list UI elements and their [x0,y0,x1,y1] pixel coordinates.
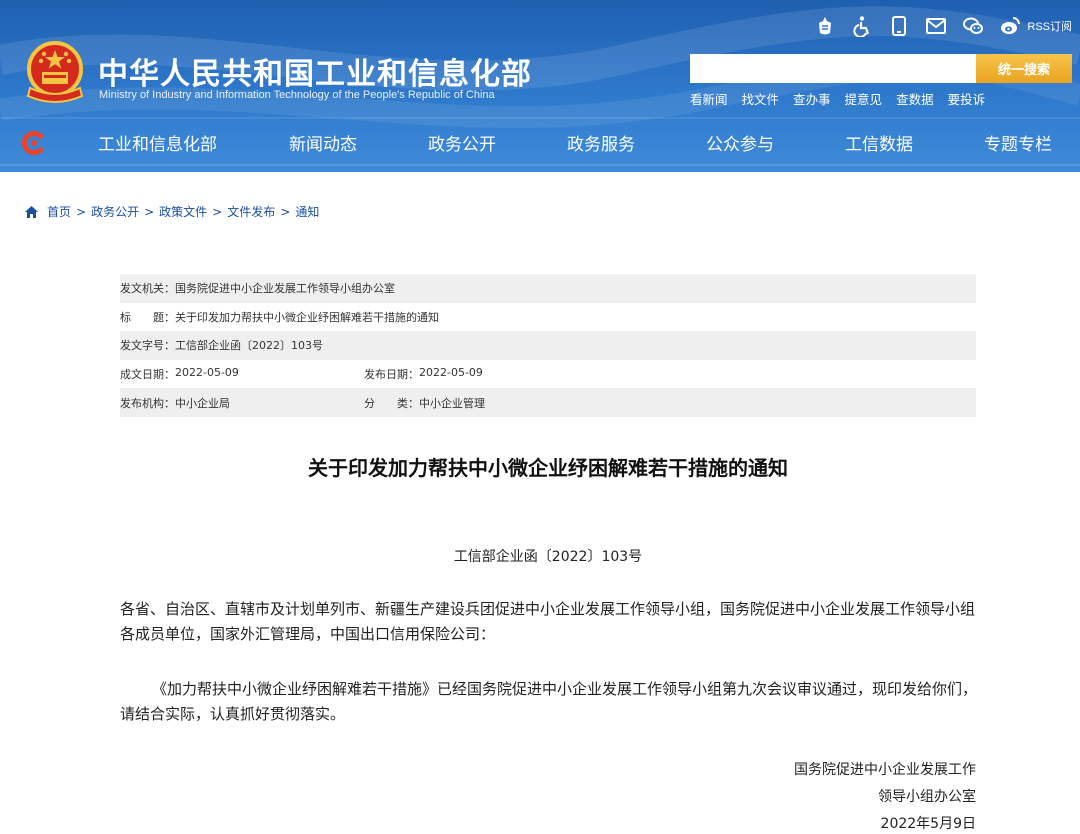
document-meta-table: 发文机关： 国务院促进中小企业发展工作领导小组办公室 标 题： 关于印发加力帮扶… [120,274,976,417]
article-signature-date: 2022年5月9日 [880,816,976,832]
meta-published-date: 2022-05-09 [419,366,483,380]
accessibility-icon[interactable] [850,14,874,38]
main-nav: 工业和信息化部 新闻动态 政务公开 政务服务 公众参与 工信数据 专题专栏 [0,122,1080,162]
breadcrumb-separator: > [76,204,87,219]
mail-icon[interactable] [924,14,948,38]
meta-label: 分 类： [364,396,419,410]
meta-issuer: 国务院促进中小企业发展工作领导小组办公室 [175,282,395,296]
article-title: 关于印发加力帮扶中小微企业纾困解难若干措施的通知 [308,456,788,480]
breadcrumb-policy[interactable]: 政策文件 [159,203,207,220]
site-header: 中华人民共和国工业和信息化部 Ministry of Industry and … [0,0,1080,172]
quick-link-feedback[interactable]: 提意见 [845,89,883,108]
meta-created-date: 2022-05-09 [175,366,239,380]
article-paragraph: 各省、自治区、直辖市及计划单列市、新疆生产建设兵团促进中小企业发展工作领导小组，… [120,600,976,643]
meta-row-title: 标 题： 关于印发加力帮扶中小微企业纾困解难若干措施的通知 [120,303,976,332]
wechat-icon[interactable] [961,14,985,38]
meta-label: 发文字号： [120,339,175,353]
national-emblem-icon [26,41,84,103]
article-signature-office: 领导小组办公室 [878,789,976,805]
breadcrumb: 首页 > 政务公开 > 政策文件 > 文件发布 > 通知 [24,203,319,220]
article-signature-org: 国务院促进中小企业发展工作 [794,762,976,778]
breadcrumb-home[interactable]: 首页 [47,203,71,220]
quick-link-services[interactable]: 查办事 [793,89,831,108]
search-input[interactable] [690,54,976,83]
meta-label: 发文机关： [120,282,175,296]
nav-item-topics[interactable]: 专题专栏 [984,130,1052,155]
meta-row-issuer: 发文机关： 国务院促进中小企业发展工作领导小组办公室 [120,274,976,303]
rss-link[interactable]: RSS订阅 [1027,18,1072,34]
utility-icons: RSS订阅 [813,14,1072,38]
weibo-icon[interactable] [998,14,1022,38]
search-button[interactable]: 统一搜索 [976,54,1072,83]
quick-link-news[interactable]: 看新闻 [690,89,728,108]
nav-item-ministry[interactable]: 工业和信息化部 [98,130,217,155]
mobile-icon[interactable] [887,14,911,38]
nav-item-news[interactable]: 新闻动态 [289,130,357,155]
quick-link-data[interactable]: 查数据 [896,89,934,108]
breadcrumb-gov-affairs[interactable]: 政务公开 [91,203,139,220]
breadcrumb-separator: > [144,204,155,219]
meta-row-org: 发布机构： 中小企业局 分 类： 中小企业管理 [120,388,976,417]
site-subtitle: Ministry of Industry and Information Tec… [99,89,495,101]
quick-links: 看新闻 找文件 查办事 提意见 查数据 要投诉 [690,89,985,108]
article-paragraph: 《加力帮扶中小微企业纾困解难若干措施》已经国务院促进中小企业发展工作领导小组第九… [120,680,978,723]
home-icon[interactable] [24,205,39,219]
nav-item-data[interactable]: 工信数据 [845,130,913,155]
miit-logo-icon[interactable] [22,131,46,155]
nav-item-gov-affairs[interactable]: 政务公开 [428,130,496,155]
site-title[interactable]: 中华人民共和国工业和信息化部 [98,49,532,93]
meta-category: 中小企业管理 [419,396,485,410]
article-doc-number: 工信部企业函〔2022〕103号 [453,549,643,565]
meta-row-docno: 发文字号： 工信部企业函〔2022〕103号 [120,331,976,360]
breadcrumb-separator: > [280,204,291,219]
breadcrumb-separator: > [212,204,223,219]
elder-mode-icon[interactable] [813,14,837,38]
quick-link-files[interactable]: 找文件 [742,89,780,108]
nav-item-public[interactable]: 公众参与 [706,130,774,155]
meta-label: 成文日期： [120,368,175,382]
meta-label: 发布日期： [364,368,419,382]
breadcrumb-notice[interactable]: 通知 [295,203,319,220]
nav-item-gov-services[interactable]: 政务服务 [567,130,635,155]
meta-doc-no: 工信部企业函〔2022〕103号 [175,339,323,353]
meta-label: 发布机构： [120,396,175,410]
quick-link-complaint[interactable]: 要投诉 [948,89,986,108]
meta-org: 中小企业局 [175,396,230,410]
meta-label: 标 题： [120,310,175,324]
breadcrumb-release[interactable]: 文件发布 [227,203,275,220]
meta-title: 关于印发加力帮扶中小微企业纾困解难若干措施的通知 [175,310,439,324]
meta-row-dates: 成文日期： 2022-05-09 发布日期： 2022-05-09 [120,360,976,389]
